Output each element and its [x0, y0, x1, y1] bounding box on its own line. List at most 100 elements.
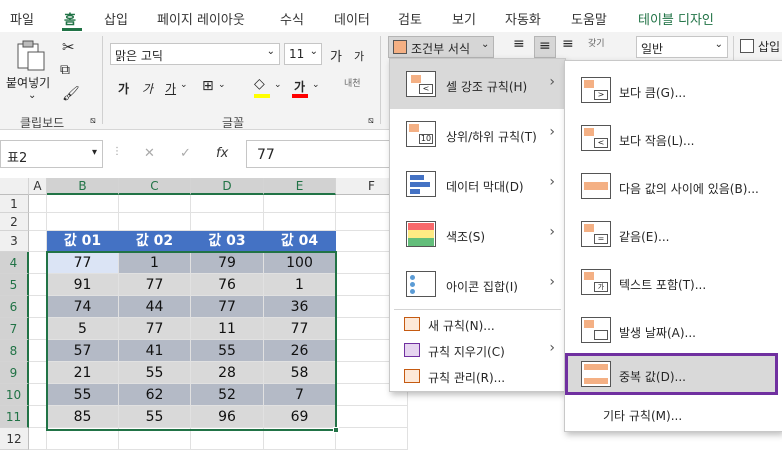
table-cell[interactable]: 28 [191, 362, 264, 384]
table-cell[interactable]: 77 [119, 274, 191, 296]
paste-icon[interactable] [14, 40, 48, 72]
cell[interactable] [29, 318, 47, 340]
cell[interactable] [191, 428, 264, 450]
table-header-cell[interactable]: 값 04 [264, 231, 336, 252]
table-cell[interactable]: 11 [191, 318, 264, 340]
row-header-12[interactable]: 12 [0, 428, 29, 450]
table-cell[interactable]: 7 [264, 384, 336, 406]
tab-view[interactable]: 보기 [452, 9, 476, 28]
table-cell[interactable]: 62 [119, 384, 191, 406]
table-header-cell[interactable]: 값 03 [191, 231, 264, 252]
tab-review[interactable]: 검토 [398, 9, 422, 28]
clipboard-launcher-icon[interactable]: ⧅ [90, 116, 96, 126]
grow-font-button[interactable]: 가 [330, 46, 342, 65]
table-cell[interactable]: 69 [264, 406, 336, 428]
tab-automate[interactable]: 자동화 [505, 9, 541, 28]
confirm-entry-button[interactable]: ✓ [180, 146, 191, 161]
table-cell[interactable]: 44 [119, 296, 191, 318]
table-cell[interactable]: 52 [191, 384, 264, 406]
table-cell[interactable]: 77 [264, 318, 336, 340]
row-header-1[interactable]: 1 [0, 195, 29, 213]
cancel-entry-button[interactable]: ✕ [144, 146, 155, 161]
cell[interactable] [119, 213, 191, 231]
table-cell[interactable]: 21 [47, 362, 119, 384]
row-header-6[interactable]: 6 [0, 296, 29, 318]
conditional-formatting-button[interactable]: 조건부 서식 ⌄ [388, 36, 494, 58]
borders-icon[interactable]: ⊞ [202, 78, 214, 94]
table-header-cell[interactable]: 값 02 [119, 231, 191, 252]
menu-item-between[interactable]: 다음 값의 사이에 있음(B)... [565, 161, 782, 209]
align-top-icon[interactable]: ≡ [513, 36, 525, 52]
menu-item-less-than[interactable]: < 보다 작음(L)... [565, 113, 782, 161]
font-size-select[interactable]: 11 ⌄ [284, 43, 322, 65]
menu-item-icon-sets[interactable]: 아이콘 집합(I) › [390, 259, 565, 309]
table-cell[interactable]: 57 [47, 340, 119, 362]
table-cell[interactable]: 58 [264, 362, 336, 384]
font-launcher-icon[interactable]: ⧅ [368, 116, 374, 126]
table-cell[interactable]: 55 [119, 406, 191, 428]
row-header-7[interactable]: 7 [0, 318, 29, 340]
number-format-select[interactable]: 일반 ⌄ [636, 36, 728, 58]
chevron-down-icon[interactable]: ⌄ [274, 80, 282, 90]
menu-item-date-occurring[interactable]: 발생 날짜(A)... [565, 305, 782, 353]
cell[interactable] [29, 362, 47, 384]
tab-table-design[interactable]: 테이블 디자인 [638, 9, 714, 28]
bold-button[interactable]: 가 [118, 80, 129, 97]
tab-file[interactable]: 파일 [10, 9, 34, 28]
cell[interactable] [29, 406, 47, 428]
tab-data[interactable]: 데이터 [334, 9, 370, 28]
cut-icon[interactable]: ✂ [62, 38, 75, 56]
insert-function-button[interactable]: fx [216, 146, 228, 161]
menu-item-color-scales[interactable]: 색조(S) › [390, 209, 565, 259]
tab-page-layout[interactable]: 페이지 레이아웃 [157, 9, 245, 28]
column-header-e[interactable]: E [264, 178, 336, 195]
cell[interactable] [264, 428, 336, 450]
table-cell[interactable]: 1 [264, 274, 336, 296]
cell[interactable] [29, 296, 47, 318]
column-header-d[interactable]: D [191, 178, 264, 195]
wrap-text-button[interactable]: 갖기 [588, 36, 605, 49]
chevron-down-icon[interactable]: ⌄ [218, 80, 226, 90]
column-header-c[interactable]: C [119, 178, 191, 195]
table-cell[interactable]: 55 [191, 340, 264, 362]
align-middle-button[interactable]: ≡ [534, 36, 556, 58]
table-cell[interactable]: 41 [119, 340, 191, 362]
cell[interactable] [29, 195, 47, 213]
cell[interactable] [29, 231, 47, 252]
table-cell[interactable]: 76 [191, 274, 264, 296]
paste-button[interactable]: 붙여넣기 [6, 74, 50, 91]
insert-button[interactable]: 삽입 [758, 38, 780, 55]
row-header-4[interactable]: 4 [0, 252, 29, 274]
table-cell[interactable]: 55 [119, 362, 191, 384]
menu-item-duplicate-values[interactable]: 중복 값(D)... [565, 353, 778, 395]
menu-item-clear-rules[interactable]: 규칙 지우기(C) › [390, 337, 565, 363]
cell[interactable] [264, 213, 336, 231]
cell[interactable] [29, 384, 47, 406]
column-header-b[interactable]: B [47, 178, 119, 195]
fill-handle[interactable] [333, 427, 339, 433]
cell[interactable] [47, 428, 119, 450]
insert-cells-icon[interactable] [740, 39, 754, 53]
table-cell[interactable]: 36 [264, 296, 336, 318]
row-header-3[interactable]: 3 [0, 231, 29, 252]
chevron-down-icon[interactable]: ⌄ [312, 80, 320, 90]
font-color-button[interactable]: 가 [294, 78, 305, 95]
italic-button[interactable]: 가 [142, 80, 153, 97]
row-header-9[interactable]: 9 [0, 362, 29, 384]
formula-bar-splitter[interactable]: ⋮ [112, 146, 122, 157]
cell[interactable] [47, 195, 119, 213]
fill-color-icon[interactable]: ◇ [254, 76, 265, 92]
cell[interactable] [336, 428, 408, 450]
name-box[interactable]: 표2 ▾ [0, 140, 103, 168]
tab-home[interactable]: 홈 [64, 9, 76, 28]
menu-item-data-bars[interactable]: 데이터 막대(D) › [390, 159, 565, 209]
underline-button[interactable]: 가 [165, 80, 176, 97]
shrink-font-button[interactable]: 가 [354, 48, 364, 64]
cell[interactable] [264, 195, 336, 213]
active-cell[interactable]: 77 [47, 252, 119, 274]
row-header-5[interactable]: 5 [0, 274, 29, 296]
row-header-8[interactable]: 8 [0, 340, 29, 362]
format-painter-icon[interactable]: 🖌 [62, 86, 80, 102]
row-header-10[interactable]: 10 [0, 384, 29, 406]
cell[interactable] [29, 252, 47, 274]
